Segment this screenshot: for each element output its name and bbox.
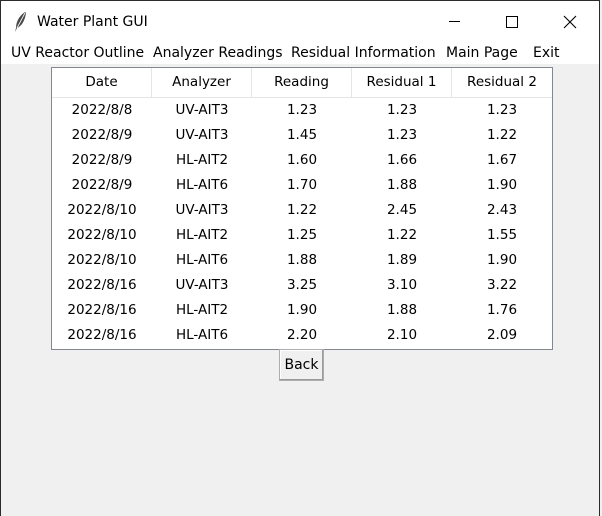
cell-residual-2: 3.22	[486, 277, 518, 293]
column-header-residual-2[interactable]: Residual 2	[452, 68, 552, 97]
cell-reading: 1.70	[286, 177, 318, 193]
cell-residual-2: 1.23	[486, 102, 518, 118]
window-title: Water Plant GUI	[37, 14, 148, 30]
close-icon	[563, 15, 577, 28]
cell-date: 2022/8/16	[67, 277, 137, 293]
table-row[interactable]: 2022/8/16 HL-AIT2 1.90 1.88 1.76	[52, 298, 552, 323]
cell-analyzer: UV-AIT3	[175, 127, 229, 143]
table-row[interactable]: 2022/8/9 HL-AIT2 1.60 1.66 1.67	[52, 148, 552, 173]
table-row[interactable]: 2022/8/10 HL-AIT2 1.25 1.22 1.55	[52, 223, 552, 248]
cell-residual-2: 1.22	[486, 127, 518, 143]
cell-analyzer: HL-AIT2	[175, 152, 229, 168]
table-row[interactable]: 2022/8/10 UV-AIT3 1.22 2.45 2.43	[52, 198, 552, 223]
cell-residual-2: 1.55	[486, 227, 518, 243]
cell-residual-1: 1.23	[386, 127, 418, 143]
cell-residual-2: 2.43	[486, 202, 518, 218]
column-header-analyzer[interactable]: Analyzer	[152, 68, 252, 97]
cell-residual-2: 1.67	[486, 152, 518, 168]
cell-residual-2: 1.76	[486, 302, 518, 318]
cell-analyzer: HL-AIT6	[175, 177, 229, 193]
minimize-icon	[448, 21, 460, 22]
cell-analyzer: UV-AIT3	[175, 277, 229, 293]
cell-analyzer: HL-AIT2	[175, 227, 229, 243]
cell-residual-1: 1.66	[386, 152, 418, 168]
cell-reading: 1.45	[286, 127, 318, 143]
cell-reading: 1.23	[286, 102, 318, 118]
cell-reading: 3.25	[286, 277, 318, 293]
minimize-button[interactable]	[431, 1, 477, 42]
cell-reading: 1.90	[286, 302, 318, 318]
cell-residual-2: 1.90	[486, 252, 518, 268]
column-header-reading[interactable]: Reading	[252, 68, 352, 97]
table-header: Date Analyzer Reading Residual 1 Residua…	[52, 68, 552, 98]
cell-residual-1: 1.23	[386, 102, 418, 118]
table-row[interactable]: 2022/8/16 HL-AIT6 2.20 2.10 2.09	[52, 323, 552, 348]
cell-residual-1: 1.88	[386, 177, 418, 193]
feather-icon	[13, 11, 29, 33]
cell-residual-1: 1.22	[386, 227, 418, 243]
cell-analyzer: UV-AIT3	[175, 102, 229, 118]
menu-exit[interactable]: Exit	[533, 45, 560, 62]
cell-residual-1: 2.10	[386, 327, 418, 343]
cell-residual-2: 1.90	[486, 177, 518, 193]
column-header-date[interactable]: Date	[52, 68, 152, 97]
menu-analyzer-readings[interactable]: Analyzer Readings	[153, 45, 283, 62]
cell-analyzer: HL-AIT6	[175, 327, 229, 343]
cell-date: 2022/8/16	[67, 302, 137, 318]
maximize-button[interactable]	[489, 1, 535, 42]
cell-residual-1: 2.45	[386, 202, 418, 218]
cell-date: 2022/8/8	[71, 102, 133, 118]
cell-residual-1: 1.89	[386, 252, 418, 268]
menu-bar: UV Reactor Outline Analyzer Readings Res…	[1, 42, 599, 64]
title-bar: Water Plant GUI	[1, 1, 599, 42]
table-row[interactable]: 2022/8/10 HL-AIT6 1.88 1.89 1.90	[52, 248, 552, 273]
cell-date: 2022/8/16	[67, 327, 137, 343]
cell-date: 2022/8/10	[67, 227, 137, 243]
cell-reading: 2.20	[286, 327, 318, 343]
table-row[interactable]: 2022/8/16 UV-AIT3 3.25 3.10 3.22	[52, 273, 552, 298]
menu-main-page[interactable]: Main Page	[446, 45, 518, 62]
cell-analyzer: HL-AIT2	[175, 302, 229, 318]
cell-date: 2022/8/9	[71, 152, 133, 168]
cell-date: 2022/8/9	[71, 177, 133, 193]
menu-uv-reactor-outline[interactable]: UV Reactor Outline	[11, 45, 144, 62]
cell-date: 2022/8/10	[67, 252, 137, 268]
cell-reading: 1.25	[286, 227, 318, 243]
cell-date: 2022/8/9	[71, 127, 133, 143]
cell-reading: 1.88	[286, 252, 318, 268]
back-button[interactable]: Back	[279, 349, 324, 381]
cell-residual-2: 2.09	[486, 327, 518, 343]
cell-reading: 1.22	[286, 202, 318, 218]
cell-analyzer: HL-AIT6	[175, 252, 229, 268]
cell-date: 2022/8/10	[67, 202, 137, 218]
maximize-icon	[506, 15, 518, 28]
menu-residual-information[interactable]: Residual Information	[291, 45, 436, 62]
cell-reading: 1.60	[286, 152, 318, 168]
cell-residual-1: 1.88	[386, 302, 418, 318]
table-row[interactable]: 2022/8/8 UV-AIT3 1.23 1.23 1.23	[52, 98, 552, 123]
cell-analyzer: UV-AIT3	[175, 202, 229, 218]
close-button[interactable]	[547, 1, 593, 42]
readings-table[interactable]: Date Analyzer Reading Residual 1 Residua…	[51, 67, 553, 350]
app-window: Water Plant GUI UV Reactor Outline Analy…	[0, 0, 600, 516]
column-header-residual-1[interactable]: Residual 1	[352, 68, 452, 97]
cell-residual-1: 3.10	[386, 277, 418, 293]
table-row[interactable]: 2022/8/9 UV-AIT3 1.45 1.23 1.22	[52, 123, 552, 148]
table-row[interactable]: 2022/8/9 HL-AIT6 1.70 1.88 1.90	[52, 173, 552, 198]
